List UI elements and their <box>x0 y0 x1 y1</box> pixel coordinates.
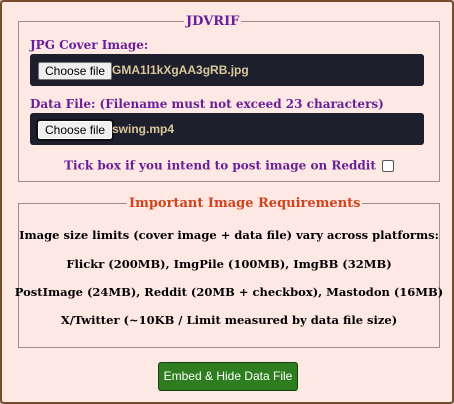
reddit-checkbox[interactable] <box>381 159 394 172</box>
embed-hide-button[interactable]: Embed & Hide Data File <box>158 362 298 391</box>
requirement-line: PostImage (24MB), Reddit (20MB + checkbo… <box>14 285 444 299</box>
data-file-name: swing.mp4 <box>112 122 175 136</box>
data-file-label: Data File: (Filename must not exceed 23 … <box>30 97 384 111</box>
requirement-line: X/Twitter (~10KB / Limit measured by dat… <box>60 313 398 327</box>
data-choose-file-button[interactable]: Choose file <box>35 119 115 141</box>
app-container: JDVRIF JPG Cover Image: Choose file GMA1… <box>0 0 454 404</box>
cover-image-input[interactable]: Choose file GMA1l1kXgAA3gRB.jpg <box>30 54 424 86</box>
requirements-title: Important Image Requirements <box>129 196 361 211</box>
form-title: JDVRIF <box>186 14 240 29</box>
requirement-line: Image size limits (cover image + data fi… <box>19 228 439 242</box>
requirement-line: Flickr (200MB), ImgPile (100MB), ImgBB (… <box>66 257 392 271</box>
cover-choose-file-button[interactable]: Choose file <box>38 62 113 80</box>
cover-image-label: JPG Cover Image: <box>30 38 149 52</box>
cover-file-name: GMA1l1kXgAA3gRB.jpg <box>112 63 249 77</box>
reddit-checkbox-label: Tick box if you intend to post image on … <box>64 158 376 173</box>
data-file-input[interactable]: Choose file swing.mp4 <box>30 113 424 145</box>
reddit-option-row: Tick box if you intend to post image on … <box>2 155 454 174</box>
